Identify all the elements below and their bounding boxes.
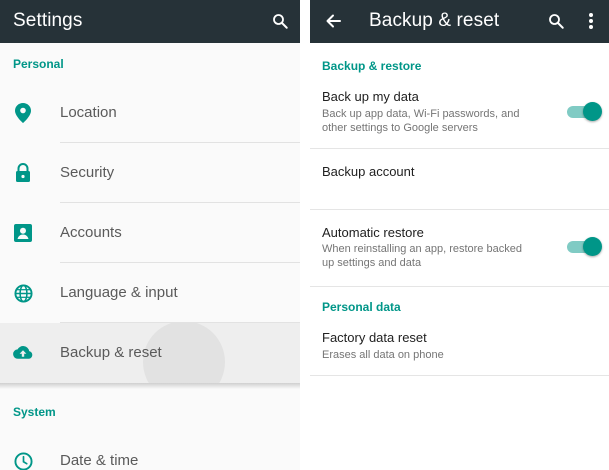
item-title: Back up my data — [322, 89, 419, 104]
divider — [310, 375, 609, 376]
item-title: Backup account — [322, 164, 415, 179]
settings-item-label: Backup & reset — [60, 344, 162, 361]
settings-item-accounts[interactable]: Accounts — [0, 203, 300, 263]
system-section-header: System — [13, 405, 56, 419]
settings-item-language[interactable]: Language & input — [0, 263, 300, 323]
settings-item-label: Date & time — [60, 452, 139, 469]
settings-screen: Settings Personal Location Security Acco… — [0, 0, 300, 470]
search-icon[interactable] — [267, 8, 293, 34]
item-title: Automatic restore — [322, 225, 424, 240]
settings-item-label: Language & input — [60, 284, 178, 301]
settings-item-label: Location — [60, 104, 117, 121]
backup-restore-section-header: Backup & restore — [322, 59, 422, 73]
settings-item-security[interactable]: Security — [0, 143, 300, 203]
automatic-restore-item[interactable]: Automatic restore When reinstalling an a… — [310, 210, 609, 282]
personal-section-header: Personal — [13, 57, 64, 71]
item-subtitle: When reinstalling an app, restore backed… — [322, 243, 522, 269]
backup-account-item[interactable]: Backup account — [310, 149, 609, 209]
settings-item-date-time[interactable]: Date & time — [0, 431, 300, 470]
more-vert-icon[interactable] — [578, 8, 604, 34]
factory-reset-item[interactable]: Factory data reset Erases all data on ph… — [310, 320, 609, 375]
search-icon[interactable] — [543, 8, 569, 34]
divider — [310, 286, 609, 287]
cloud-upload-icon — [13, 343, 33, 363]
item-subtitle: Erases all data on phone — [322, 349, 444, 361]
backup-app-bar: Backup & reset — [310, 0, 609, 43]
settings-item-backup[interactable]: Backup & reset — [0, 323, 300, 383]
item-subtitle: Back up app data, Wi-Fi passwords, and o… — [322, 108, 520, 134]
pane-gap — [300, 0, 310, 470]
personal-data-section-header: Personal data — [322, 300, 401, 314]
settings-item-label: Accounts — [60, 224, 122, 241]
toggle-thumb — [583, 102, 602, 121]
globe-icon — [13, 283, 33, 303]
backup-data-toggle[interactable] — [563, 101, 603, 121]
arrow-back-icon[interactable] — [320, 8, 346, 34]
account-box-icon — [13, 223, 33, 243]
settings-title: Settings — [13, 10, 83, 31]
item-title: Factory data reset — [322, 330, 427, 345]
settings-app-bar: Settings — [0, 0, 300, 43]
settings-item-label: Security — [60, 164, 115, 181]
clock-icon — [13, 451, 33, 470]
auto-restore-toggle[interactable] — [563, 236, 603, 256]
backup-title: Backup & reset — [369, 10, 500, 31]
lock-icon — [13, 163, 33, 183]
toggle-thumb — [583, 237, 602, 256]
location-pin-icon — [13, 103, 33, 123]
backup-my-data-item[interactable]: Back up my data Back up app data, Wi-Fi … — [310, 80, 609, 148]
section-shadow — [0, 383, 300, 389]
backup-reset-screen: Backup & reset Backup & restore Back up … — [310, 0, 609, 470]
settings-item-location[interactable]: Location — [0, 83, 300, 143]
